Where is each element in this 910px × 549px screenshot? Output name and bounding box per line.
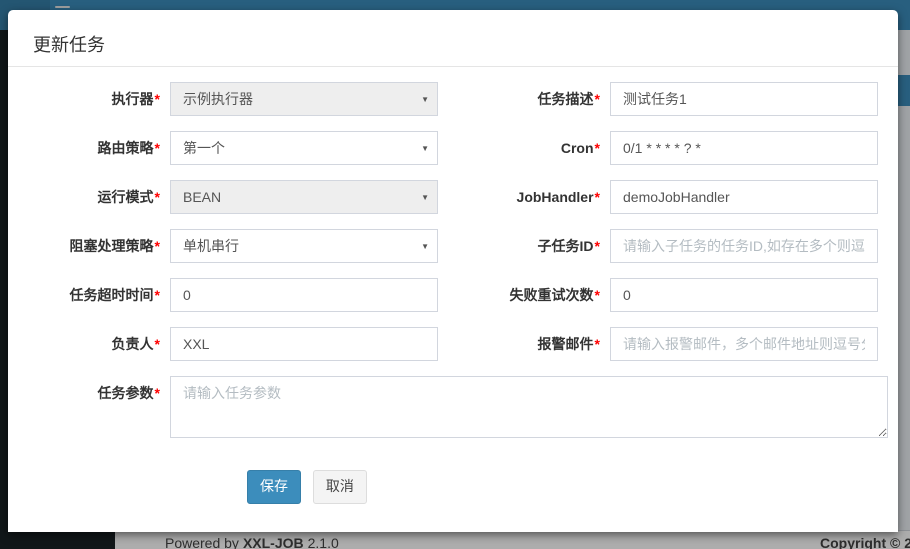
- child-jobid-label: 子任务ID*: [438, 229, 600, 263]
- update-job-modal: 更新任务 执行器* 示例执行器 ▼ 任务描述* 路由策略*: [8, 10, 898, 532]
- required-asterisk: *: [155, 336, 160, 352]
- job-handler-input[interactable]: [610, 180, 878, 214]
- form-row: 任务超时时间* 失败重试次数*: [8, 278, 898, 312]
- job-desc-input[interactable]: [610, 82, 878, 116]
- timeout-input[interactable]: [170, 278, 438, 312]
- cron-label: Cron*: [438, 131, 600, 165]
- required-asterisk: *: [155, 91, 160, 107]
- executor-label: 执行器*: [25, 82, 160, 116]
- glue-type-label: 运行模式*: [25, 180, 160, 214]
- block-strategy-select[interactable]: 单机串行 ▼: [170, 229, 438, 263]
- required-asterisk: *: [155, 238, 160, 254]
- required-asterisk: *: [595, 238, 600, 254]
- modal-title: 更新任务: [33, 35, 873, 55]
- child-jobid-input[interactable]: [610, 229, 878, 263]
- form-row: 负责人* 报警邮件*: [8, 327, 898, 361]
- screen: Powered byXXL-JOB2.1.0 Copyright © 2 更新任…: [0, 0, 910, 549]
- chevron-down-icon: ▼: [421, 181, 429, 214]
- required-asterisk: *: [595, 189, 600, 205]
- route-strategy-select[interactable]: 第一个 ▼: [170, 131, 438, 165]
- job-param-textarea[interactable]: [170, 376, 888, 438]
- chevron-down-icon: ▼: [421, 83, 429, 116]
- form-row: 运行模式* BEAN ▼ JobHandler*: [8, 180, 898, 214]
- form-row: 路由策略* 第一个 ▼ Cron*: [8, 131, 898, 165]
- glue-type-select[interactable]: BEAN ▼: [170, 180, 438, 214]
- block-strategy-label: 阻塞处理策略*: [25, 229, 160, 263]
- form-row: 执行器* 示例执行器 ▼ 任务描述*: [8, 82, 898, 116]
- route-strategy-label: 路由策略*: [25, 131, 160, 165]
- modal-body: 执行器* 示例执行器 ▼ 任务描述* 路由策略* 第一个: [8, 67, 898, 504]
- cron-input[interactable]: [610, 131, 878, 165]
- route-strategy-select-value: 第一个: [183, 140, 225, 156]
- alarm-email-label: 报警邮件*: [438, 327, 600, 361]
- block-strategy-select-value: 单机串行: [183, 238, 239, 254]
- timeout-label: 任务超时时间*: [25, 278, 160, 312]
- glue-type-select-value: BEAN: [183, 189, 221, 205]
- fail-retry-label: 失败重试次数*: [438, 278, 600, 312]
- job-desc-label: 任务描述*: [438, 82, 600, 116]
- required-asterisk: *: [155, 385, 160, 401]
- required-asterisk: *: [155, 287, 160, 303]
- required-asterisk: *: [595, 336, 600, 352]
- job-param-label: 任务参数*: [25, 376, 160, 410]
- executor-select[interactable]: 示例执行器 ▼: [170, 82, 438, 116]
- required-asterisk: *: [595, 91, 600, 107]
- job-handler-label: JobHandler*: [438, 180, 600, 214]
- cancel-button[interactable]: 取消: [313, 470, 367, 504]
- required-asterisk: *: [155, 140, 160, 156]
- executor-select-value: 示例执行器: [183, 91, 253, 107]
- save-button[interactable]: 保存: [247, 470, 301, 504]
- modal-header: 更新任务: [8, 10, 898, 67]
- required-asterisk: *: [595, 140, 600, 156]
- form-row: 任务参数*: [8, 376, 898, 441]
- chevron-down-icon: ▼: [421, 230, 429, 263]
- author-label: 负责人*: [25, 327, 160, 361]
- modal-actions: 保存 取消: [8, 470, 898, 504]
- chevron-down-icon: ▼: [421, 132, 429, 165]
- fail-retry-input[interactable]: [610, 278, 878, 312]
- form-row: 阻塞处理策略* 单机串行 ▼ 子任务ID*: [8, 229, 898, 263]
- required-asterisk: *: [155, 189, 160, 205]
- author-input[interactable]: [170, 327, 438, 361]
- alarm-email-input[interactable]: [610, 327, 878, 361]
- required-asterisk: *: [595, 287, 600, 303]
